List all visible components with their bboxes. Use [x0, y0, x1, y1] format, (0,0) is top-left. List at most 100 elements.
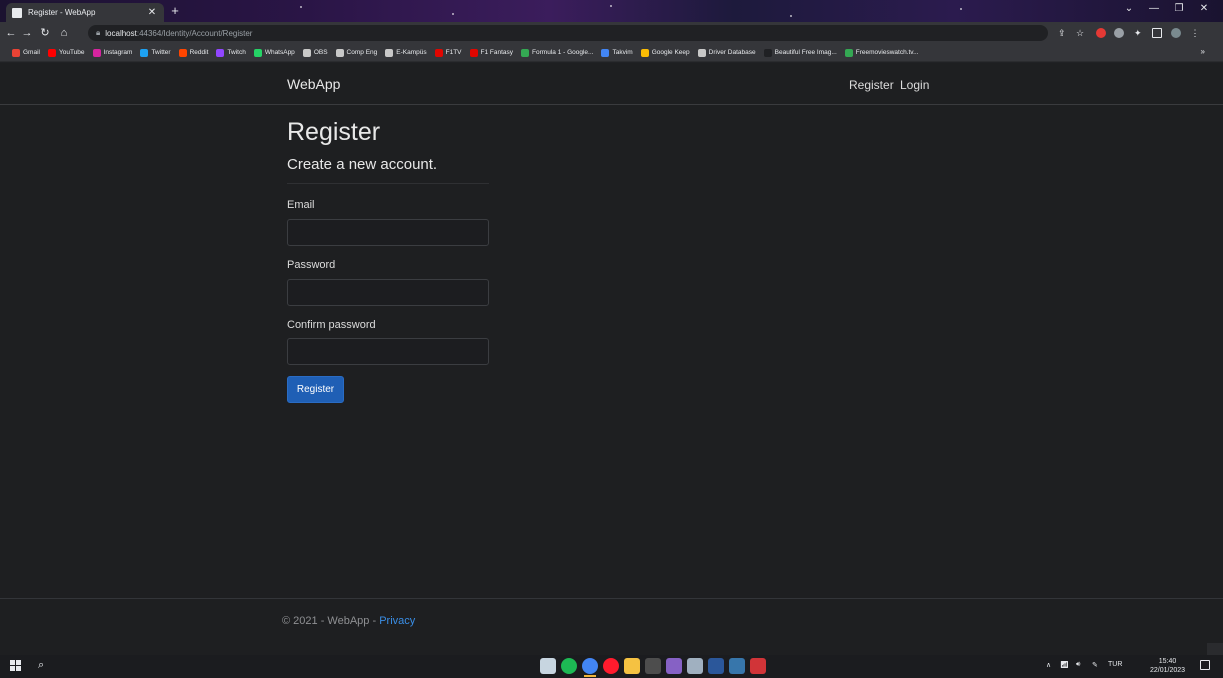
show-hidden-icons-chevron-icon[interactable]: ∧ [1046, 661, 1051, 669]
bookmark-label: F1 Fantasy [480, 49, 514, 56]
puzzle-extensions-icon[interactable]: ✦ [1134, 28, 1144, 38]
bookmarks-overflow-icon[interactable]: » [1201, 47, 1205, 56]
screen: Register - WebApp ✕ + ⌄ — ❐ ✕ ← → ↻ ⌂ 🔒︎… [0, 0, 1223, 678]
bookmark-favicon-icon [601, 48, 610, 57]
bookmark-label: Freemovieswatch.tv... [855, 49, 919, 56]
profile-avatar[interactable] [1171, 28, 1181, 38]
bookmark-item[interactable]: F1TV [434, 48, 462, 57]
home-icon[interactable]: ⌂ [57, 26, 71, 40]
start-tile [16, 660, 21, 665]
bookmark-favicon-icon [434, 48, 443, 57]
extension-icon[interactable] [1114, 28, 1124, 38]
clock[interactable]: 15:40 22/01/2023 [1150, 657, 1185, 675]
tab-search-icon[interactable]: ⌄ [1118, 3, 1140, 14]
bookmark-item[interactable]: Beautiful Free Imag... [763, 48, 837, 57]
bookmark-favicon-icon [12, 48, 20, 57]
nav-login-link[interactable]: Login [900, 78, 929, 92]
bookmark-item[interactable]: F1 Fantasy [469, 48, 514, 57]
register-button[interactable]: Register [287, 376, 344, 403]
bookmark-label: E-Kampüs [396, 49, 427, 56]
bookmark-item[interactable]: Formula 1 - Google... [521, 48, 593, 57]
bookmark-item[interactable]: Comp Eng [335, 48, 377, 57]
bookmark-item[interactable]: Driver Database [697, 48, 756, 57]
menu-kebab-icon[interactable]: ⋮ [1190, 28, 1200, 38]
bookmark-item[interactable]: E-Kampüs [385, 48, 427, 57]
bookmark-item[interactable]: Reddit [178, 48, 208, 57]
taskbar-app-generic-icon[interactable] [687, 658, 703, 674]
bookmark-item[interactable]: Freemovieswatch.tv... [844, 48, 919, 57]
bookmark-favicon-icon [216, 48, 225, 57]
lock-icon: 🔒︎ [96, 28, 101, 37]
tab-title: Register - WebApp [28, 8, 96, 17]
close-window-button[interactable]: ✕ [1193, 3, 1215, 14]
browser-toolbar: ← → ↻ ⌂ 🔒︎ localhost :44364/Identity/Acc… [0, 22, 1223, 44]
browser-tab-active[interactable]: Register - WebApp ✕ [6, 3, 164, 22]
taskbar-file-explorer-icon[interactable] [624, 658, 640, 674]
side-panel-icon[interactable] [1152, 28, 1162, 38]
bookmark-item[interactable]: WhatsApp [253, 48, 295, 57]
close-tab-icon[interactable]: ✕ [146, 7, 158, 18]
start-tile [16, 666, 21, 671]
footer-text: © 2021 - WebApp - Privacy [282, 615, 415, 627]
taskbar-app-red-icon[interactable] [750, 658, 766, 674]
bookmark-item[interactable]: Twitch [216, 48, 246, 57]
pen-icon[interactable]: ✎ [1092, 661, 1098, 669]
bookmark-item[interactable]: Takvim [601, 48, 633, 57]
bookmark-favicon-icon [385, 48, 394, 57]
bookmark-label: YouTube [58, 49, 85, 56]
new-tab-button[interactable]: + [168, 4, 182, 18]
address-path: :44364/Identity/Account/Register [136, 28, 253, 38]
bookmark-favicon-icon [335, 48, 344, 57]
nav-register-link[interactable]: Register [849, 78, 894, 92]
notification-center-icon[interactable] [1200, 660, 1210, 670]
bookmark-star-icon[interactable]: ☆ [1076, 28, 1086, 38]
taskbar-python-icon[interactable] [729, 658, 745, 674]
bookmark-favicon-icon [92, 48, 101, 57]
taskbar-word-icon[interactable] [708, 658, 724, 674]
bookmark-item[interactable]: OBS [302, 48, 328, 57]
back-arrow-icon[interactable]: ← [4, 26, 18, 40]
email-field[interactable] [287, 219, 489, 246]
taskbar-steam-icon[interactable] [540, 658, 556, 674]
privacy-link[interactable]: Privacy [379, 615, 415, 627]
forward-arrow-icon[interactable]: → [20, 26, 34, 40]
bookmark-label: Twitter [151, 49, 171, 56]
bookmark-favicon-icon [469, 48, 478, 57]
language-indicator[interactable]: TUR [1108, 661, 1122, 668]
taskbar-chrome-icon[interactable] [582, 658, 598, 677]
bookmark-label: F1TV [445, 49, 462, 56]
reload-icon[interactable]: ↻ [38, 26, 52, 40]
star-decoration [610, 5, 612, 7]
windows-start-icon[interactable] [10, 660, 22, 672]
copyright-text: © 2021 - WebApp - [282, 615, 380, 627]
bookmark-label: OBS [313, 49, 328, 56]
bookmark-item[interactable]: Google Keep [640, 48, 690, 57]
page-title: Register [287, 118, 381, 146]
bookmarks-bar: Gmail YouTube Instagram Twitter Reddit Twitch… [0, 44, 1223, 62]
bookmark-item[interactable]: YouTube [47, 48, 85, 57]
volume-icon[interactable]: 🔊︎ [1076, 661, 1080, 669]
restore-button[interactable]: ❐ [1168, 3, 1190, 14]
confirm-password-field[interactable] [287, 338, 489, 365]
star-decoration [452, 13, 454, 15]
bookmark-label: Driver Database [708, 49, 756, 56]
search-icon[interactable]: ⌕ [38, 659, 44, 672]
password-field[interactable] [287, 279, 489, 306]
bookmark-favicon-icon [140, 48, 149, 57]
share-icon[interactable]: ⇪ [1058, 28, 1068, 38]
bookmark-item[interactable]: Instagram [92, 48, 132, 57]
bookmark-item[interactable]: Twitter [140, 48, 171, 57]
network-icon[interactable]: 📶︎ [1060, 661, 1069, 669]
address-bar[interactable]: 🔒︎ localhost :44364/Identity/Account/Reg… [88, 25, 1048, 41]
site-navbar: WebApp Register Login [0, 63, 1223, 105]
minimize-button[interactable]: — [1143, 3, 1165, 14]
taskbar-opera-icon[interactable] [603, 658, 619, 674]
taskbar-terminal-icon[interactable] [645, 658, 661, 674]
bookmark-item[interactable]: Gmail [12, 48, 40, 57]
bookmark-favicon-icon [47, 48, 56, 57]
site-brand-link[interactable]: WebApp [287, 76, 340, 92]
adblock-extension-icon[interactable] [1096, 28, 1106, 38]
taskbar-visual-studio-icon[interactable] [666, 658, 682, 674]
star-decoration [300, 6, 302, 8]
taskbar-spotify-icon[interactable] [561, 658, 577, 674]
